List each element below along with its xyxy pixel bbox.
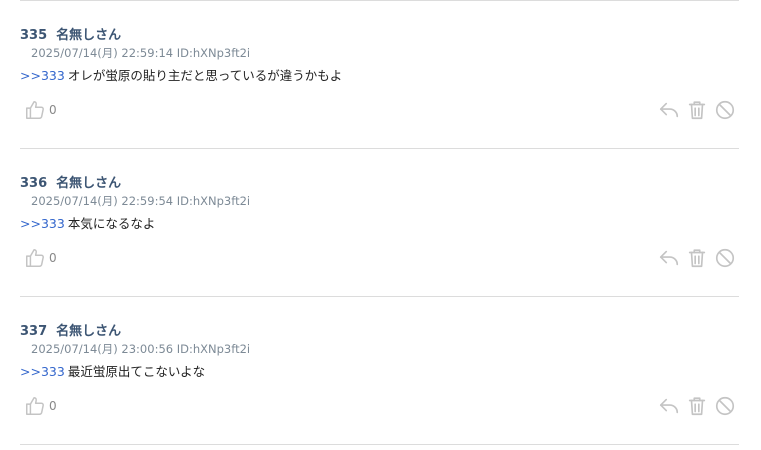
post-actions-left: 0 [24,247,57,269]
like-button[interactable]: 0 [24,395,57,417]
trash-icon[interactable] [686,99,708,121]
post-date: 2025/07/14(月) [31,46,118,60]
block-icon[interactable] [714,99,736,121]
like-button[interactable]: 0 [24,99,57,121]
trash-icon[interactable] [686,247,708,269]
post-time: 23:00:56 [121,342,174,356]
poster-id[interactable]: ID:hXNp3ft2i [177,46,250,60]
post-meta: 2025/07/14(月) 22:59:54 ID:hXNp3ft2i [31,193,250,209]
like-count: 0 [49,251,57,265]
post-number[interactable]: 335 [20,28,47,43]
post-text: 本気になるなよ [67,216,156,231]
post-time: 22:59:54 [121,194,174,208]
poster-id[interactable]: ID:hXNp3ft2i [177,342,250,356]
poster-id[interactable]: ID:hXNp3ft2i [177,194,250,208]
reply-anchor-link[interactable]: >>333 [20,216,65,231]
post-number[interactable]: 337 [20,324,47,339]
reply-anchor-link[interactable]: >>333 [20,364,65,379]
poster-name: 名無しさん [56,176,122,191]
like-button[interactable]: 0 [24,247,57,269]
reply-icon[interactable] [658,247,680,269]
post-time: 22:59:14 [121,46,174,60]
thread: 335 名無しさん 2025/07/14(月) 22:59:14 ID:hXNp3… [20,0,739,445]
like-count: 0 [49,103,57,117]
post-text: 最近蛍原出てこないよな [67,364,206,379]
poster-name: 名無しさん [56,324,122,339]
post: 335 名無しさん 2025/07/14(月) 22:59:14 ID:hXNp3… [20,1,739,148]
post-meta: 2025/07/14(月) 23:00:56 ID:hXNp3ft2i [31,341,250,357]
post-header: 337 名無しさん [20,320,121,339]
reply-anchor-link[interactable]: >>333 [20,68,65,83]
post-header: 335 名無しさん [20,24,121,43]
post-body: >>333 本気になるなよ [20,213,155,232]
post-date: 2025/07/14(月) [31,342,118,356]
reply-icon[interactable] [658,99,680,121]
thumbs-up-icon [24,247,46,269]
post-actions-left: 0 [24,395,57,417]
post-actions-left: 0 [24,99,57,121]
block-icon[interactable] [714,395,736,417]
post-body: >>333 オレが蛍原の貼り主だと思っているが違うかもよ [20,65,342,84]
post: 337 名無しさん 2025/07/14(月) 23:00:56 ID:hXNp3… [20,297,739,444]
like-count: 0 [49,399,57,413]
trash-icon[interactable] [686,395,708,417]
post-actions-right [658,395,736,417]
thumbs-up-icon [24,99,46,121]
post-date: 2025/07/14(月) [31,194,118,208]
reply-icon[interactable] [658,395,680,417]
post-meta: 2025/07/14(月) 22:59:14 ID:hXNp3ft2i [31,45,250,61]
post-text: オレが蛍原の貼り主だと思っているが違うかもよ [67,68,343,83]
post-header: 336 名無しさん [20,172,121,191]
post-body: >>333 最近蛍原出てこないよな [20,361,205,380]
post: 336 名無しさん 2025/07/14(月) 22:59:54 ID:hXNp3… [20,149,739,296]
post-actions-right [658,247,736,269]
post-actions-right [658,99,736,121]
thumbs-up-icon [24,395,46,417]
post-number[interactable]: 336 [20,176,47,191]
post-divider [20,444,739,445]
poster-name: 名無しさん [56,28,122,43]
block-icon[interactable] [714,247,736,269]
